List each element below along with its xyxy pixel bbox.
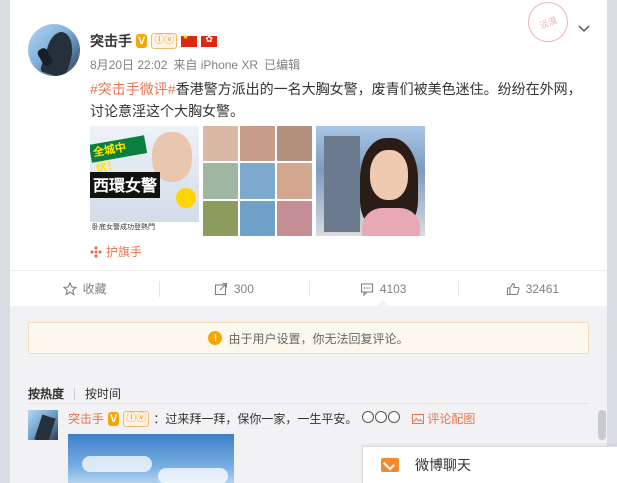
image-cloud [158,468,228,483]
comment-image-link[interactable]: 评论配图 [412,410,475,428]
favorite-button[interactable]: 收藏 [10,271,159,306]
comment-image[interactable] [68,434,234,483]
author-row: 突击手 V ⓛⓥ [90,30,218,52]
emoji-icon [375,411,388,423]
emoji-icon [388,411,401,423]
comment-icon [360,282,373,296]
image-face [370,150,408,200]
emoji-icon [362,411,375,423]
comment-avatar[interactable] [28,410,58,440]
verified-badge: V [108,412,120,426]
sort-divider [74,387,76,400]
share-icon [214,282,227,295]
comment-text: ：过来拜一拜，保你一家，一生平安。 [153,412,358,426]
repost-button[interactable]: 300 [159,271,308,306]
warning-icon: ! [208,331,223,345]
sort-by-time[interactable]: 按时间 [85,385,121,402]
level-badge[interactable]: ⓛⓥ [151,33,178,49]
smiley-icon [176,188,196,208]
watermark-stamp: 淡漠 [522,0,574,48]
weibo-post-card: 突击手 V ⓛⓥ 8月20日 22:02 来自 iPhone XR 已编辑 淡漠… [10,0,607,483]
grid-photo [203,163,238,199]
grid-photo [277,163,312,199]
image-icon [412,414,425,424]
repost-count: 300 [233,281,254,296]
divider [28,403,589,404]
comment-image-label: 评论配图 [427,412,476,426]
guardian-link[interactable]: 护旗手 [90,243,142,260]
thumbs-up-icon [506,282,520,295]
chat-label: 微博聊天 [415,457,471,473]
post-image-1[interactable]: 全城中伏！ 西環女警 卧底女警成功登熱門 [90,126,199,236]
grid-photo [203,200,238,236]
weibo-chat-panel[interactable]: 微博聊天 [362,446,617,483]
like-count: 32461 [525,281,560,296]
chevron-down-icon[interactable] [576,20,592,36]
author-avatar[interactable] [28,24,80,76]
hongkong-flag-icon [201,34,218,47]
mail-icon [381,458,399,472]
grid-photo [203,126,238,162]
star-icon [62,281,77,296]
post-source[interactable]: 来自 iPhone XR [173,56,258,73]
grid-photo [240,163,275,199]
grid-photo [240,126,275,162]
level-badge: ⓛⓥ [123,411,150,427]
post-images: 全城中伏！ 西環女警 卧底女警成功登熱門 [90,126,425,238]
scrollbar[interactable] [598,410,606,440]
image-building [324,136,360,232]
grid-photo [277,200,312,236]
comment-item: 突击手 V ⓛⓥ ：过来拜一拜，保你一家，一生平安。 评论配图 [68,410,475,428]
grid-photo [277,126,312,162]
image-shirt [362,208,420,236]
image-caption: 卧底女警成功登熱門 [90,222,199,236]
china-flag-icon [181,33,198,47]
comment-author[interactable]: 突击手 [68,410,104,428]
post-date[interactable]: 8月20日 22:02 [90,56,167,73]
author-name[interactable]: 突击手 [90,31,132,51]
image-headline: 西環女警 [90,172,160,198]
flower-icon [90,245,102,258]
like-button[interactable]: 32461 [457,271,607,306]
post-image-2[interactable] [203,126,312,236]
action-bar: 收藏 300 4103 32461 [10,270,607,306]
guardian-label: 护旗手 [106,245,143,259]
image-banner: 全城中伏！ [90,135,148,175]
comment-sort-tabs: 按热度 按时间 [28,385,121,402]
verified-badge[interactable]: V [136,34,148,48]
comment-count: 4103 [379,281,407,296]
image-cloud [82,456,152,472]
favorite-label: 收藏 [82,282,107,296]
post-meta: 8月20日 22:02 来自 iPhone XR 已编辑 [90,56,300,73]
topic-link[interactable]: #突击手微评# [90,81,176,97]
emoji-group [361,410,401,428]
comment-button[interactable]: 4103 [308,271,458,306]
post-image-3[interactable] [316,126,425,236]
sort-by-hot[interactable]: 按热度 [28,385,64,402]
avatar-rock [34,414,56,440]
comment-restriction-notice: ! 由于用户设置，你无法回复评论。 [28,322,589,354]
notice-text: 由于用户设置，你无法回复评论。 [228,331,409,346]
post-content: #突击手微评#香港警方派出的一名大胸女警，废青们被美色迷住。纷纷在外网，讨论意淫… [90,78,595,122]
grid-photo [240,200,275,236]
post-edited[interactable]: 已编辑 [264,56,300,73]
